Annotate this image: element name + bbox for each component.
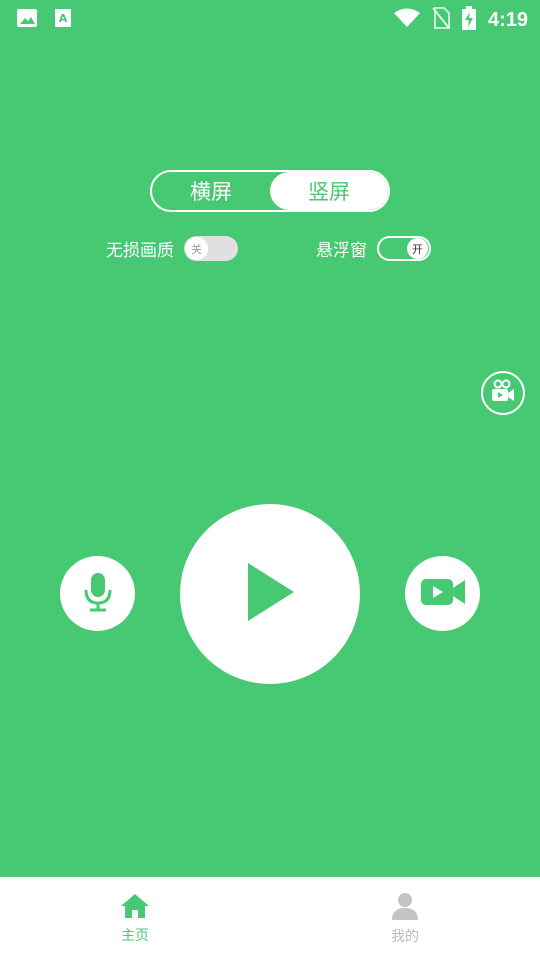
nav-mine-label: 我的	[391, 928, 419, 945]
camera-button[interactable]	[405, 556, 480, 631]
floating-window-switch-knob: 开	[407, 238, 428, 259]
nav-home[interactable]: 主页	[0, 877, 270, 960]
mic-icon	[83, 572, 113, 616]
floating-window-label: 悬浮窗	[316, 241, 367, 261]
lossless-switch-knob: 关	[185, 237, 208, 260]
lossless-label: 无损画质	[106, 241, 174, 261]
film-camera-icon	[490, 379, 516, 407]
floating-window-setting: 悬浮窗 开	[316, 236, 431, 261]
image-icon	[16, 8, 38, 32]
svg-text:A: A	[59, 12, 68, 25]
no-sim-icon	[432, 7, 450, 33]
mic-button[interactable]	[60, 556, 135, 631]
home-icon	[120, 893, 150, 923]
nav-home-label: 主页	[121, 927, 149, 944]
orientation-toggle: 横屏 竖屏	[150, 170, 390, 212]
bottom-navigation: 主页 我的	[0, 877, 540, 960]
play-button[interactable]	[180, 504, 360, 684]
lossless-setting: 无损画质 关	[106, 236, 238, 261]
portrait-option[interactable]: 竖屏	[270, 172, 388, 210]
landscape-option[interactable]: 横屏	[152, 172, 270, 210]
person-icon	[391, 892, 419, 924]
video-camera-icon	[420, 577, 466, 611]
clock: 4:19	[487, 8, 528, 31]
lossless-switch[interactable]: 关	[184, 236, 238, 261]
wifi-icon	[393, 8, 420, 32]
floating-window-switch[interactable]: 开	[377, 236, 431, 261]
status-bar: A 4:19	[0, 0, 540, 36]
battery-charging-icon	[461, 6, 476, 34]
play-icon	[244, 561, 296, 627]
nav-mine[interactable]: 我的	[270, 877, 540, 960]
a-icon: A	[54, 8, 72, 32]
recorder-button[interactable]	[481, 371, 525, 415]
